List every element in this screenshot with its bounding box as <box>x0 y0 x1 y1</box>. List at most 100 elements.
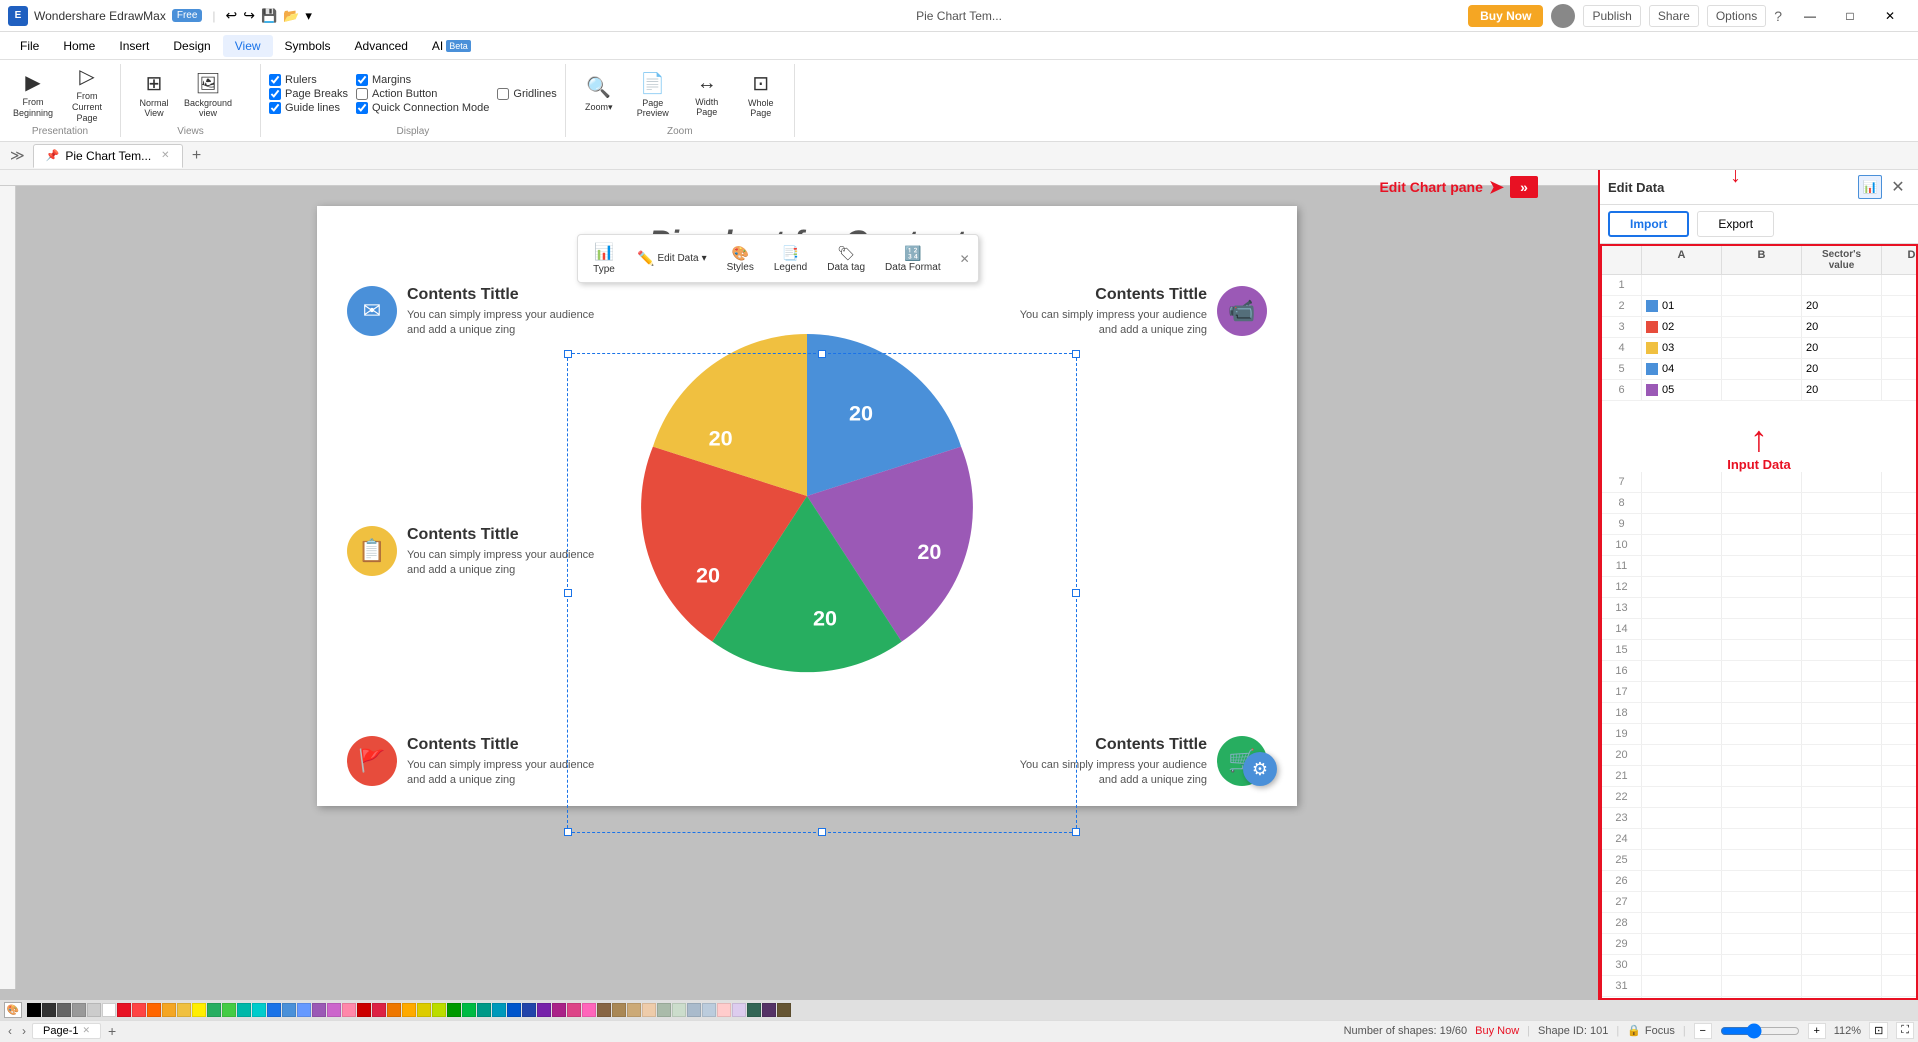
cell-13-a[interactable] <box>1642 598 1722 618</box>
cell-4-b[interactable] <box>1722 338 1802 358</box>
grid-row-17[interactable]: 17 <box>1602 682 1916 703</box>
grid-row-9[interactable]: 9 <box>1602 514 1916 535</box>
cell-29-a[interactable] <box>1642 934 1722 954</box>
cell-2-d[interactable] <box>1882 296 1918 316</box>
page-preview-button[interactable]: 📄 Page Preview <box>628 68 678 120</box>
pane-chart-icon-button[interactable]: 📊 <box>1858 175 1882 199</box>
swatch-p4[interactable] <box>552 1003 566 1017</box>
cell-6-a[interactable]: 05 <box>1642 380 1722 400</box>
cell-5-a[interactable]: 04 <box>1642 359 1722 379</box>
cell-29-d[interactable] <box>1882 934 1918 954</box>
cell-21-c[interactable] <box>1802 766 1882 786</box>
cell-8-a[interactable] <box>1642 493 1722 513</box>
swatch-br4[interactable] <box>642 1003 656 1017</box>
close-button[interactable]: ✕ <box>1870 2 1910 30</box>
export-button[interactable]: Export <box>1697 211 1774 237</box>
zoom-button[interactable]: 🔍 Zoom▾ <box>574 68 624 120</box>
share-button[interactable]: Share <box>1649 5 1699 27</box>
cell-25-d[interactable] <box>1882 850 1918 870</box>
cell-17-c[interactable] <box>1802 682 1882 702</box>
cell-30-b[interactable] <box>1722 955 1802 975</box>
cell-32-c[interactable] <box>1802 997 1882 1000</box>
cell-14-a[interactable] <box>1642 619 1722 639</box>
menu-view[interactable]: View <box>223 35 273 57</box>
cell-7-d[interactable] <box>1882 472 1918 492</box>
grid-row-11[interactable]: 11 <box>1602 556 1916 577</box>
cell-18-b[interactable] <box>1722 703 1802 723</box>
cell-5-c[interactable]: 20 <box>1802 359 1882 379</box>
swatch-yellow1[interactable] <box>177 1003 191 1017</box>
cell-17-b[interactable] <box>1722 682 1802 702</box>
swatch-br2[interactable] <box>612 1003 626 1017</box>
swatch-o3[interactable] <box>387 1003 401 1017</box>
cell-29-c[interactable] <box>1802 934 1882 954</box>
swatch-red1[interactable] <box>117 1003 131 1017</box>
swatch-c2[interactable] <box>492 1003 506 1017</box>
tab-pie-chart[interactable]: 📌 Pie Chart Tem... ✕ <box>33 144 183 168</box>
cell-11-b[interactable] <box>1722 556 1802 576</box>
cell-23-a[interactable] <box>1642 808 1722 828</box>
grid-row-16[interactable]: 16 <box>1602 661 1916 682</box>
swatch-o4[interactable] <box>402 1003 416 1017</box>
cell-25-c[interactable] <box>1802 850 1882 870</box>
grid-row-1[interactable]: 1 <box>1602 275 1916 296</box>
grid-row-2[interactable]: 2 01 20 <box>1602 296 1916 317</box>
cell-8-b[interactable] <box>1722 493 1802 513</box>
cell-21-b[interactable] <box>1722 766 1802 786</box>
cell-17-d[interactable] <box>1882 682 1918 702</box>
cell-12-c[interactable] <box>1802 577 1882 597</box>
more-button[interactable]: ▾ <box>305 8 312 24</box>
cell-19-d[interactable] <box>1882 724 1918 744</box>
cell-8-d[interactable] <box>1882 493 1918 513</box>
fit-window-button[interactable]: ⊡ <box>1869 1022 1888 1039</box>
type-button[interactable]: 📊 Type <box>586 239 622 278</box>
swatch-p3[interactable] <box>537 1003 551 1017</box>
cell-31-d[interactable] <box>1882 976 1918 996</box>
cell-20-b[interactable] <box>1722 745 1802 765</box>
swatch-extra3[interactable] <box>777 1003 791 1017</box>
cell-9-d[interactable] <box>1882 514 1918 534</box>
grid-row-3[interactable]: 3 02 20 <box>1602 317 1916 338</box>
cell-22-b[interactable] <box>1722 787 1802 807</box>
cell-26-b[interactable] <box>1722 871 1802 891</box>
cell-26-c[interactable] <box>1802 871 1882 891</box>
cell-9-b[interactable] <box>1722 514 1802 534</box>
canvas-wrapper[interactable]: // drawn inline below Pie chart for Cont… <box>0 170 1598 1000</box>
rulers-checkbox[interactable]: Rulers <box>269 74 348 86</box>
tab-close-icon[interactable]: ✕ <box>161 150 169 161</box>
buy-now-button[interactable]: Buy Now <box>1468 5 1543 27</box>
swatch-br1[interactable] <box>597 1003 611 1017</box>
swatch-yellow2[interactable] <box>192 1003 206 1017</box>
pie-chart-container[interactable]: 20 20 20 20 20 <box>627 316 987 676</box>
cell-24-a[interactable] <box>1642 829 1722 849</box>
minimize-button[interactable]: — <box>1790 2 1830 30</box>
cell-22-d[interactable] <box>1882 787 1918 807</box>
cell-28-c[interactable] <box>1802 913 1882 933</box>
cell-7-a[interactable] <box>1642 472 1722 492</box>
cell-15-b[interactable] <box>1722 640 1802 660</box>
swatch-t2[interactable] <box>477 1003 491 1017</box>
cell-6-d[interactable] <box>1882 380 1918 400</box>
cell-8-c[interactable] <box>1802 493 1882 513</box>
cell-12-b[interactable] <box>1722 577 1802 597</box>
swatch-blue3[interactable] <box>297 1003 311 1017</box>
data-format-button[interactable]: 🔢 Data Format <box>880 242 946 276</box>
from-current-page-button[interactable]: ▷ From CurrentPage <box>62 68 112 120</box>
cell-27-d[interactable] <box>1882 892 1918 912</box>
whole-page-button[interactable]: ⊡ Whole Page <box>736 68 786 120</box>
cell-18-d[interactable] <box>1882 703 1918 723</box>
cell-16-b[interactable] <box>1722 661 1802 681</box>
menu-insert[interactable]: Insert <box>107 35 161 57</box>
cell-23-b[interactable] <box>1722 808 1802 828</box>
cell-32-b[interactable] <box>1722 997 1802 1000</box>
fullscreen-button[interactable]: ⛶ <box>1896 1022 1914 1039</box>
cell-23-d[interactable] <box>1882 808 1918 828</box>
cell-29-b[interactable] <box>1722 934 1802 954</box>
cell-10-b[interactable] <box>1722 535 1802 555</box>
cell-25-a[interactable] <box>1642 850 1722 870</box>
swatch-r4[interactable] <box>372 1003 386 1017</box>
swatch-light1[interactable] <box>87 1003 101 1017</box>
cell-9-a[interactable] <box>1642 514 1722 534</box>
cell-4-d[interactable] <box>1882 338 1918 358</box>
swatch-b4[interactable] <box>507 1003 521 1017</box>
